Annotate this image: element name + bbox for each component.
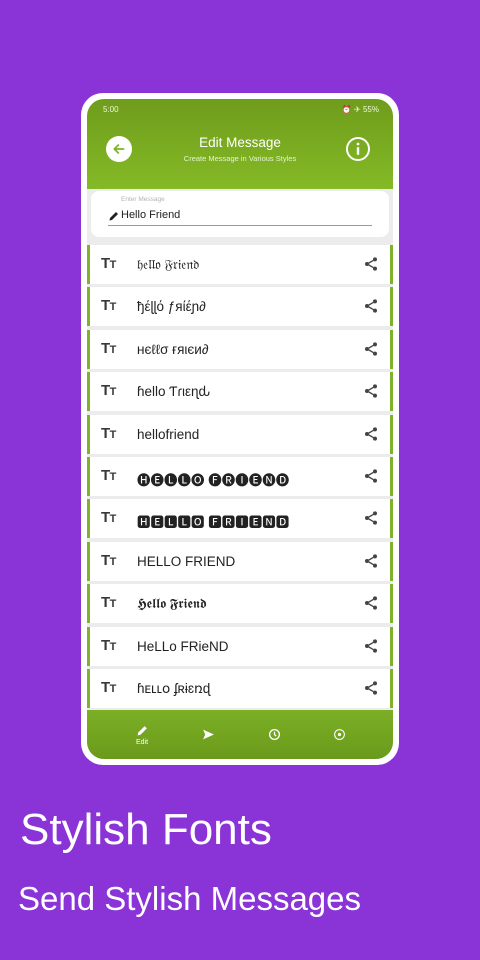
- styled-text: HeLLo FRieND: [137, 638, 229, 654]
- share-icon[interactable]: [363, 426, 379, 442]
- share-icon[interactable]: [363, 595, 379, 611]
- arrow-left-icon: [113, 144, 125, 154]
- styled-text: 🅷🅴🅻🅻🅾 🅵🆁🅸🅴🅽🅳: [137, 515, 290, 531]
- promo-subtitle: Send Stylish Messages: [18, 880, 362, 917]
- nav-edit-label: Edit: [135, 738, 149, 746]
- styled-text: HELLO FRIEND: [137, 553, 236, 569]
- share-icon[interactable]: [363, 341, 379, 357]
- bottom-navigation: Edit: [87, 710, 393, 759]
- text-style-icon: TT: [101, 678, 116, 696]
- style-row[interactable]: TT 𝕳𝖊𝖑𝖑𝖔 𝕱𝖗𝖎𝖊𝖓𝖉: [87, 584, 393, 624]
- style-row[interactable]: TT HeLLo FRieND: [87, 626, 393, 666]
- input-underline: [108, 225, 372, 226]
- back-button[interactable]: [106, 136, 132, 162]
- message-input-card[interactable]: Enter Message Hello Friend: [91, 191, 389, 237]
- page-title: Edit Message: [199, 135, 281, 150]
- styled-text: ʜєℓℓσ ғяιєи∂: [137, 341, 209, 357]
- style-row[interactable]: TT 🅷🅴🅻🅻🅾 🅵🆁🅸🅴🅽🅳: [87, 499, 393, 539]
- share-icon[interactable]: [363, 680, 379, 696]
- share-icon[interactable]: [363, 468, 379, 484]
- phone-frame: 5:00 ⏰ ✈ 55% Edit Message Create Message…: [81, 93, 399, 765]
- text-style-icon: TT: [101, 636, 116, 654]
- nav-history[interactable]: [244, 710, 304, 759]
- share-icon[interactable]: [363, 638, 379, 654]
- styled-text: ɦᴇʟʟօ ʄʀɨɛռɖ: [137, 680, 211, 696]
- pencil-icon: [137, 725, 147, 735]
- share-icon[interactable]: [363, 298, 379, 314]
- pencil-icon: [109, 212, 118, 221]
- text-style-icon: TT: [101, 339, 116, 357]
- text-style-icon: TT: [101, 466, 116, 484]
- styled-text: hellofriend: [137, 426, 200, 442]
- style-row[interactable]: TT 𝔥𝔢𝔩𝔩𝔬 𝔉𝔯𝔦𝔢𝔫𝔡: [87, 245, 393, 284]
- app-screen: 5:00 ⏰ ✈ 55% Edit Message Create Message…: [87, 99, 393, 759]
- style-row[interactable]: TT ʜєℓℓσ ғяιєи∂: [87, 329, 393, 369]
- styled-text: 🅗🅔🅛🅛🅞 🅕🅡🅘🅔🅝🅓: [137, 472, 290, 488]
- message-input[interactable]: Hello Friend: [121, 209, 180, 221]
- styled-text: 𝔥𝔢𝔩𝔩𝔬 𝔉𝔯𝔦𝔢𝔫𝔡: [137, 257, 200, 272]
- text-style-icon: TT: [101, 551, 116, 569]
- share-icon[interactable]: [363, 256, 379, 272]
- nav-edit[interactable]: Edit: [112, 710, 172, 759]
- styled-text: ɦello Ƭɾιεɳԃ: [137, 384, 211, 400]
- nav-send[interactable]: [178, 710, 238, 759]
- style-row[interactable]: TT ɦᴇʟʟօ ʄʀɨɛռɖ: [87, 668, 393, 708]
- style-row[interactable]: TT 🅗🅔🅛🅛🅞 🅕🅡🅘🅔🅝🅓: [87, 456, 393, 496]
- page-subtitle: Create Message in Various Styles: [183, 154, 297, 163]
- message-input-label: Enter Message: [121, 196, 165, 203]
- styled-text: ђέɭɭό ƒяίέɲ∂: [137, 299, 206, 315]
- style-row[interactable]: TT HELLO FRIEND: [87, 541, 393, 581]
- send-icon: [202, 729, 214, 740]
- promo-title: Stylish Fonts: [20, 805, 272, 854]
- info-button[interactable]: [345, 136, 371, 162]
- text-style-icon: TT: [101, 297, 116, 315]
- text-style-icon: TT: [101, 424, 116, 442]
- style-row[interactable]: TT ɦello Ƭɾιεɳԃ: [87, 372, 393, 412]
- settings-icon: [333, 729, 345, 740]
- style-row[interactable]: TT ђέɭɭό ƒяίέɲ∂: [87, 287, 393, 327]
- share-icon[interactable]: [363, 553, 379, 569]
- nav-settings[interactable]: [309, 710, 369, 759]
- status-indicators: ⏰ ✈ 55%: [341, 105, 379, 114]
- share-icon[interactable]: [363, 510, 379, 526]
- text-style-icon: TT: [101, 509, 116, 527]
- text-style-icon: TT: [101, 382, 116, 400]
- text-style-icon: TT: [101, 255, 116, 272]
- app-header: 5:00 ⏰ ✈ 55% Edit Message Create Message…: [87, 99, 393, 189]
- text-style-icon: TT: [101, 594, 116, 612]
- history-icon: [268, 728, 280, 741]
- share-icon[interactable]: [363, 383, 379, 399]
- status-time: 5:00: [103, 105, 119, 114]
- styled-text: 𝕳𝖊𝖑𝖑𝖔 𝕱𝖗𝖎𝖊𝖓𝖉: [137, 596, 207, 612]
- style-row[interactable]: TT hellofriend: [87, 414, 393, 454]
- info-icon: [346, 137, 370, 161]
- styles-list: TT 𝔥𝔢𝔩𝔩𝔬 𝔉𝔯𝔦𝔢𝔫𝔡 TT ђέɭɭό ƒяίέɲ∂ TT ʜєℓℓσ…: [87, 245, 393, 711]
